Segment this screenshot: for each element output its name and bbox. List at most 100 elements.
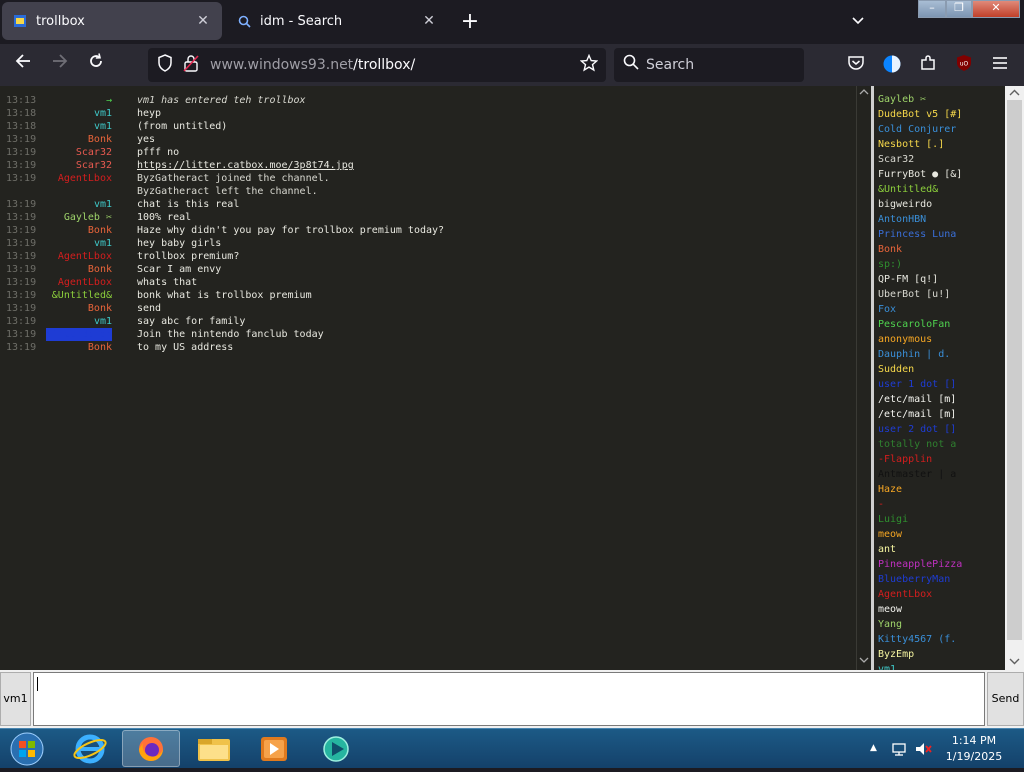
user-list-item[interactable]: user 1 dot [] xyxy=(878,377,956,392)
user-list-item[interactable]: Yang xyxy=(878,617,902,632)
user-list-item[interactable]: Dauphin | d. xyxy=(878,347,950,362)
show-hidden-icons-chevron-up-icon[interactable]: ▲ xyxy=(870,743,877,753)
user-list-item[interactable]: Kitty4567 (f. xyxy=(878,632,956,647)
message-nickname[interactable]: &Untitled& xyxy=(52,289,112,302)
message-nickname[interactable]: vm1 xyxy=(94,120,112,133)
user-list-item[interactable]: vm1 xyxy=(878,662,896,670)
message-nickname[interactable]: Gayleb ✂ xyxy=(64,211,112,224)
message-nickname[interactable]: AgentLbox xyxy=(58,172,112,185)
user-list-item[interactable]: ByzEmp xyxy=(878,647,914,662)
user-list-item[interactable]: - xyxy=(878,497,884,512)
close-tab-icon[interactable]: ✕ xyxy=(420,12,438,30)
forward-button[interactable] xyxy=(47,52,73,78)
media-player-icon[interactable] xyxy=(246,730,302,767)
user-list-item[interactable]: &Untitled& xyxy=(878,182,938,197)
user-list-item[interactable]: PineapplePizza xyxy=(878,557,962,572)
user-list-item[interactable]: QP-FM [q!] xyxy=(878,272,938,287)
message-nickname[interactable]: vm1 xyxy=(94,315,112,328)
back-button[interactable] xyxy=(10,52,36,78)
user-list-scroll-thumb[interactable] xyxy=(1007,100,1022,640)
user-list-item[interactable]: Nesbott [.] xyxy=(878,137,944,152)
message-nickname[interactable]: vm1 xyxy=(94,198,112,211)
app-icon[interactable] xyxy=(308,730,364,767)
user-list-item[interactable]: AntonHBN xyxy=(878,212,926,227)
user-list-scrollbar[interactable] xyxy=(1005,86,1024,670)
message-link[interactable]: https://litter.catbox.moe/3p8t74.jpg xyxy=(137,160,354,171)
hamburger-menu-icon[interactable] xyxy=(989,54,1011,76)
user-list-item[interactable]: -Flapplin xyxy=(878,452,932,467)
send-button[interactable]: Send xyxy=(987,672,1024,726)
user-list-item[interactable]: anonymous xyxy=(878,332,932,347)
user-list-item[interactable]: UberBot [u!] xyxy=(878,287,950,302)
volume-muted-icon[interactable] xyxy=(914,741,932,760)
message-nickname[interactable]: Bonk xyxy=(88,224,112,237)
user-list-item[interactable]: /etc/mail [m] xyxy=(878,407,956,422)
pocket-icon[interactable] xyxy=(845,54,867,76)
message-nickname[interactable]: AgentLbox xyxy=(58,276,112,289)
message-nickname[interactable]: vm1 xyxy=(94,237,112,250)
user-list-item[interactable]: BlueberryMan xyxy=(878,572,950,587)
firefox-account-icon[interactable] xyxy=(881,54,903,76)
user-list-item[interactable]: DudeBot v5 [#] xyxy=(878,107,962,122)
user-list-item[interactable]: PescaroloFan xyxy=(878,317,950,332)
close-tab-icon[interactable]: ✕ xyxy=(194,12,212,30)
user-list-item[interactable]: Princess Luna xyxy=(878,227,956,242)
chat-scrollbar[interactable] xyxy=(856,86,871,670)
insecure-lock-icon[interactable] xyxy=(180,54,202,76)
user-list-item[interactable]: meow xyxy=(878,527,902,542)
address-bar[interactable]: www.windows93.net/trollbox/ xyxy=(148,48,606,82)
user-list-item[interactable]: bigweirdo xyxy=(878,197,932,212)
bookmark-star-icon[interactable] xyxy=(578,53,600,76)
message-timestamp: 13:19 xyxy=(6,225,37,236)
user-list-item[interactable]: meow xyxy=(878,602,902,617)
user-list-item[interactable]: Luigi xyxy=(878,512,908,527)
nickname-button[interactable]: vm1 xyxy=(0,672,31,726)
extensions-puzzle-icon[interactable] xyxy=(917,54,939,76)
user-list-item[interactable]: Scar32 xyxy=(878,152,914,167)
user-list-item[interactable]: Bonk xyxy=(878,242,902,257)
search-bar[interactable]: Search xyxy=(614,48,804,82)
list-all-tabs-chevron-down-icon[interactable] xyxy=(846,10,870,34)
message-nickname[interactable]: AgentLbox xyxy=(58,250,112,263)
message-nickname[interactable]: Bonk xyxy=(88,133,112,146)
message-nickname[interactable]: → xyxy=(106,94,112,107)
user-list-item[interactable]: Antmaster | a xyxy=(878,467,956,482)
new-tab-button[interactable]: + xyxy=(456,8,484,36)
user-list-item[interactable]: user 2 dot [] xyxy=(878,422,956,437)
message-nickname[interactable]: vm1 xyxy=(94,107,112,120)
user-list-item[interactable]: AgentLbox xyxy=(878,587,932,602)
user-list-item[interactable]: Haze xyxy=(878,482,902,497)
maximize-button[interactable]: ❐ xyxy=(946,0,972,18)
ublock-origin-icon[interactable]: uO xyxy=(953,54,975,76)
message-nickname[interactable]: Scar32 xyxy=(76,159,112,172)
network-icon[interactable] xyxy=(890,741,908,760)
system-clock[interactable]: 1:14 PM 1/19/2025 xyxy=(940,733,1008,765)
message-nickname[interactable]: NintendoFan xyxy=(45,328,112,341)
user-list-item[interactable]: ant xyxy=(878,542,896,557)
message-input[interactable] xyxy=(33,672,985,726)
reload-button[interactable] xyxy=(83,52,109,78)
user-list-item[interactable]: Fox xyxy=(878,302,896,317)
message-timestamp: 13:19 xyxy=(6,134,37,145)
shield-icon[interactable] xyxy=(154,54,176,76)
message-nickname[interactable]: Bonk xyxy=(88,263,112,276)
user-list-item[interactable]: /etc/mail [m] xyxy=(878,392,956,407)
user-list-item[interactable]: Gayleb ✂ xyxy=(878,92,926,107)
user-list-item[interactable]: totally not a xyxy=(878,437,956,452)
tab-idm-search[interactable]: idm - Search ✕ xyxy=(226,2,448,40)
user-list-item[interactable]: Sudden xyxy=(878,362,914,377)
message-nickname[interactable]: Bonk xyxy=(88,302,112,315)
internet-explorer-icon[interactable] xyxy=(62,730,118,767)
file-explorer-icon[interactable] xyxy=(186,730,242,767)
message-nickname[interactable]: Bonk xyxy=(88,341,112,354)
start-button[interactable] xyxy=(2,730,52,767)
firefox-taskbar-icon[interactable] xyxy=(122,730,180,767)
tab-trollbox[interactable]: trollbox ✕ xyxy=(2,2,222,40)
user-list-item[interactable]: FurryBot ● [&] xyxy=(878,167,962,182)
message-timestamp: 13:19 xyxy=(6,147,37,158)
user-list-item[interactable]: Cold Conjurer xyxy=(878,122,956,137)
minimize-button[interactable]: – xyxy=(918,0,946,18)
close-window-button[interactable]: ✕ xyxy=(972,0,1020,18)
message-nickname[interactable]: Scar32 xyxy=(76,146,112,159)
user-list-item[interactable]: sp:) xyxy=(878,257,902,272)
